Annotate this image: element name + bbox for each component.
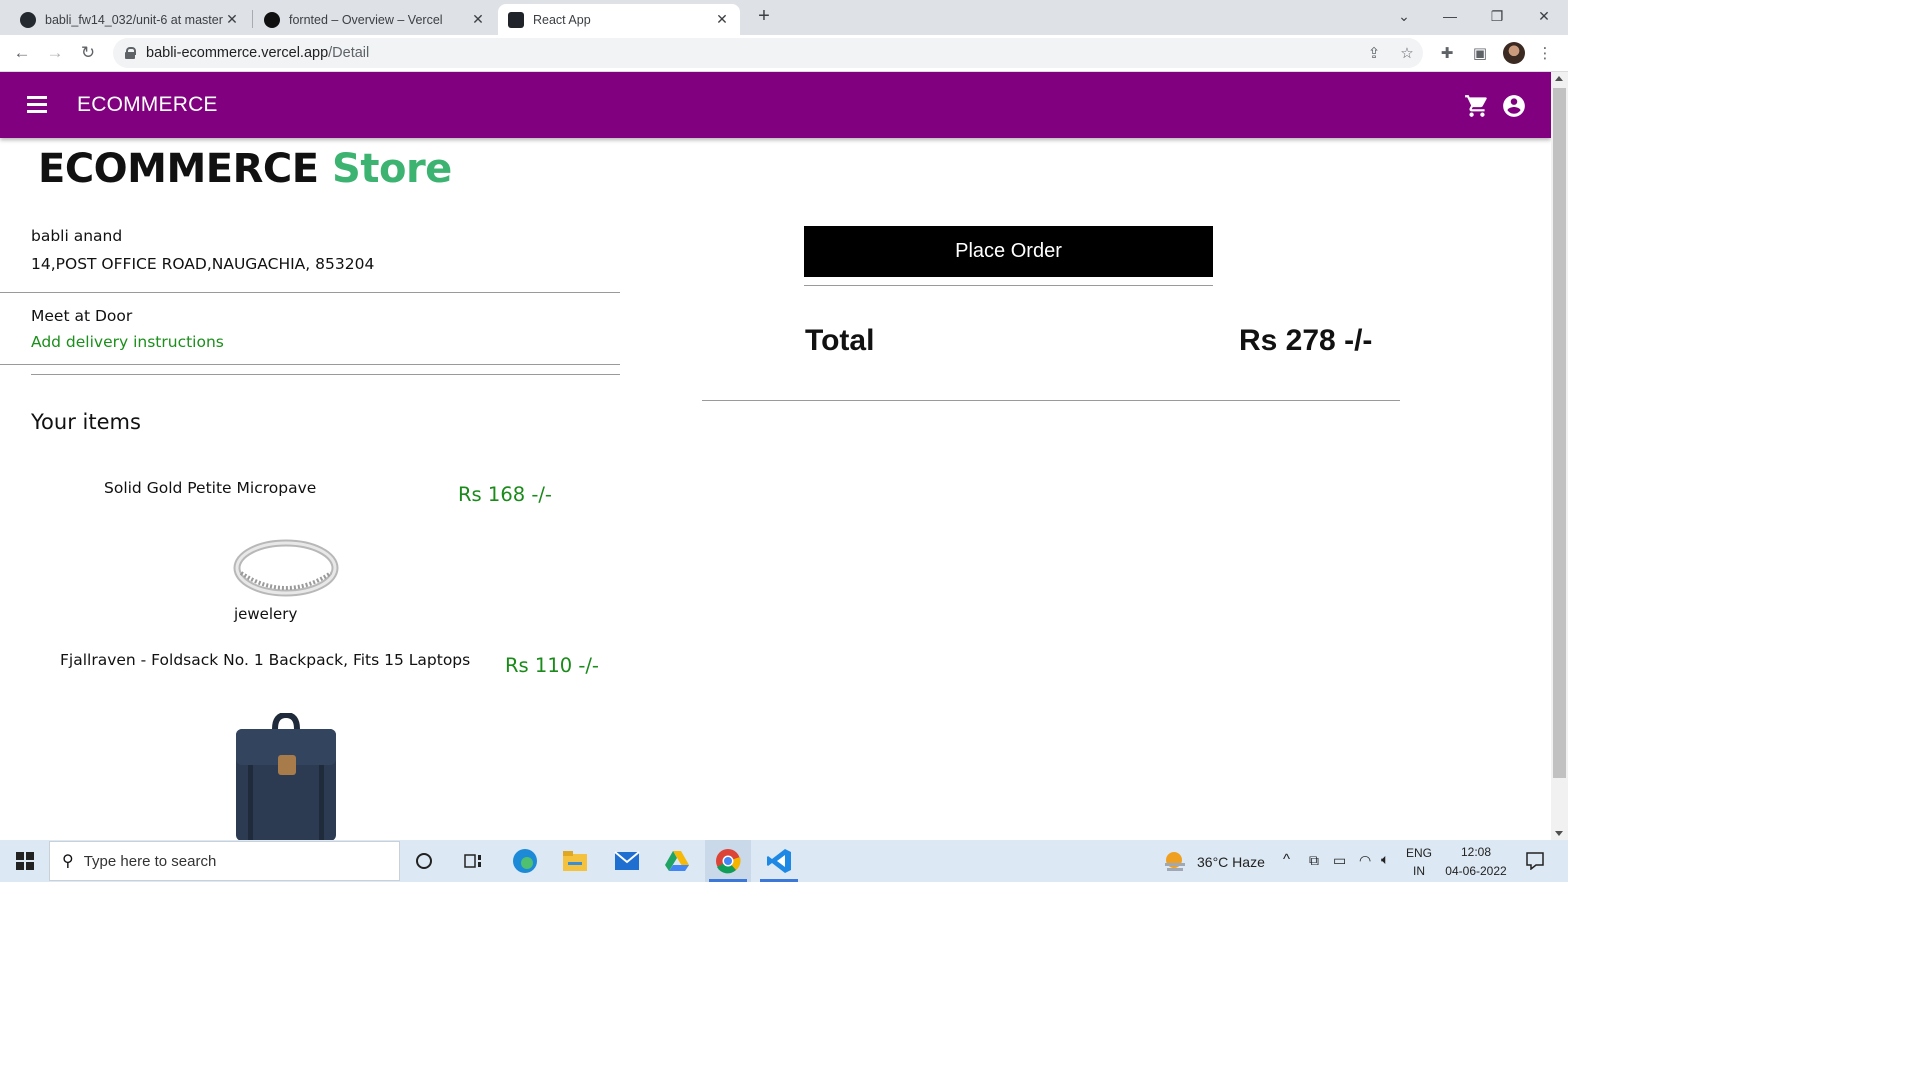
divider: [0, 292, 620, 293]
tab-vercel[interactable]: fornted – Overview – Vercel ✕: [254, 4, 496, 35]
taskbar-search-input[interactable]: ⚲ Type here to search: [49, 841, 400, 881]
file-explorer-icon[interactable]: [552, 840, 598, 882]
minimize-button[interactable]: —: [1427, 0, 1473, 32]
windows-start-icon[interactable]: [2, 840, 48, 882]
task-view-icon[interactable]: [451, 840, 497, 882]
edge-browser-icon[interactable]: [502, 840, 548, 882]
tab-title: React App: [533, 12, 591, 27]
notifications-icon[interactable]: [1512, 840, 1558, 882]
tab-github[interactable]: babli_fw14_032/unit-6 at master ✕: [10, 4, 250, 35]
input-region-indicator[interactable]: IN: [1404, 864, 1434, 878]
divider: [702, 400, 1400, 401]
scrollbar-thumb[interactable]: [1553, 88, 1566, 778]
address-bar[interactable]: babli-ecommerce.vercel.app /Detail: [113, 38, 1423, 68]
divider: [31, 374, 620, 375]
google-drive-icon[interactable]: [654, 840, 700, 882]
close-window-button[interactable]: ✕: [1521, 0, 1567, 32]
app-brand[interactable]: ECOMMERCE: [77, 93, 218, 117]
item-price: Rs 110 -/-: [505, 654, 599, 677]
share-icon[interactable]: ⇪: [1364, 43, 1384, 63]
tab-react-app[interactable]: React App ✕: [498, 4, 740, 35]
item-title: Solid Gold Petite Micropave: [104, 479, 317, 497]
windows-taskbar: ⚲ Type here to search 36°C Haze ^ ⧉ ▭ ◠ …: [0, 840, 1568, 882]
close-icon[interactable]: ✕: [470, 11, 486, 28]
url-path: /Detail: [328, 45, 370, 61]
shopping-cart-icon[interactable]: [1464, 93, 1490, 119]
react-icon: [508, 11, 524, 28]
browser-toolbar: ← → ↻ babli-ecommerce.vercel.app /Detail…: [0, 35, 1568, 72]
kebab-menu-icon[interactable]: ⋮: [1535, 43, 1555, 63]
maximize-button[interactable]: ❐: [1474, 0, 1520, 32]
scroll-down-arrow-icon[interactable]: [1555, 831, 1563, 836]
weather-icon[interactable]: [1163, 849, 1187, 873]
github-icon: [20, 11, 36, 28]
lock-icon[interactable]: [125, 47, 136, 59]
app-header: ECOMMERCE: [0, 72, 1551, 138]
browser-tab-strip: babli_fw14_032/unit-6 at master ✕ fornte…: [0, 0, 1568, 35]
total-label: Total: [805, 324, 875, 357]
ring-product-image[interactable]: [233, 537, 339, 599]
extensions-puzzle-icon[interactable]: ✚: [1437, 43, 1457, 63]
scroll-up-arrow-icon[interactable]: [1555, 76, 1563, 81]
new-tab-button[interactable]: +: [753, 5, 775, 27]
vercel-icon: [264, 11, 280, 28]
item-title: Fjallraven - Foldsack No. 1 Backpack, Fi…: [60, 651, 471, 669]
your-items-heading: Your items: [31, 410, 141, 434]
divider: [0, 364, 620, 365]
customer-name: babli anand: [31, 227, 123, 245]
item-price: Rs 168 -/-: [458, 483, 552, 506]
page-scrollbar[interactable]: [1551, 72, 1568, 840]
search-icon: ⚲: [62, 853, 74, 870]
store-heading-main: ECOMMERCE: [38, 146, 319, 192]
store-heading-accent: Store: [332, 146, 452, 192]
show-hidden-icons-chevron-icon[interactable]: ^: [1283, 851, 1290, 868]
item-category: jewelery: [234, 605, 298, 623]
hamburger-menu-icon[interactable]: [27, 96, 47, 114]
vscode-icon[interactable]: [756, 840, 802, 882]
add-delivery-instructions-link[interactable]: Add delivery instructions: [31, 333, 224, 351]
close-icon[interactable]: ✕: [714, 11, 730, 28]
divider: [804, 285, 1213, 286]
account-circle-icon[interactable]: [1501, 93, 1527, 119]
customer-address: 14,POST OFFICE ROAD,NAUGACHIA, 853204: [31, 255, 375, 273]
weather-text[interactable]: 36°C Haze: [1197, 854, 1265, 870]
tab-search-chevron-icon[interactable]: ⌄: [1381, 0, 1427, 32]
profile-avatar[interactable]: [1503, 42, 1525, 64]
side-panel-icon[interactable]: ▣: [1470, 43, 1490, 63]
tab-title: babli_fw14_032/unit-6 at master: [45, 12, 223, 27]
close-icon[interactable]: ✕: [224, 11, 240, 28]
battery-icon[interactable]: ▭: [1333, 852, 1346, 869]
backpack-product-image[interactable]: [234, 713, 338, 840]
total-value: Rs 278 -/-: [1239, 324, 1373, 357]
mail-icon[interactable]: [604, 840, 650, 882]
store-heading: ECOMMERCE Store: [38, 146, 452, 192]
search-placeholder: Type here to search: [83, 852, 217, 870]
bookmark-star-icon[interactable]: ☆: [1397, 43, 1417, 63]
url-host: babli-ecommerce.vercel.app: [146, 45, 329, 61]
tab-title: fornted – Overview – Vercel: [289, 12, 443, 27]
page-viewport: ECOMMERCE ECOMMERCE Store babli anand 14…: [0, 72, 1551, 840]
delivery-option: Meet at Door: [31, 307, 133, 325]
chrome-icon[interactable]: [705, 840, 751, 882]
clock-date[interactable]: 04-06-2022: [1443, 864, 1509, 878]
back-arrow-icon[interactable]: ←: [8, 39, 36, 67]
language-indicator[interactable]: ENG: [1404, 846, 1434, 860]
place-order-button[interactable]: Place Order: [804, 226, 1213, 277]
volume-icon[interactable]: 🔈︎: [1381, 851, 1389, 868]
wifi-icon[interactable]: ◠: [1359, 852, 1371, 869]
clock-time[interactable]: 12:08: [1443, 845, 1509, 859]
reload-icon[interactable]: ↻: [74, 39, 102, 67]
cortana-icon[interactable]: [401, 840, 447, 882]
tab-divider: [252, 10, 253, 28]
forward-arrow-icon[interactable]: →: [41, 39, 69, 67]
meet-now-icon[interactable]: ⧉: [1309, 852, 1319, 869]
